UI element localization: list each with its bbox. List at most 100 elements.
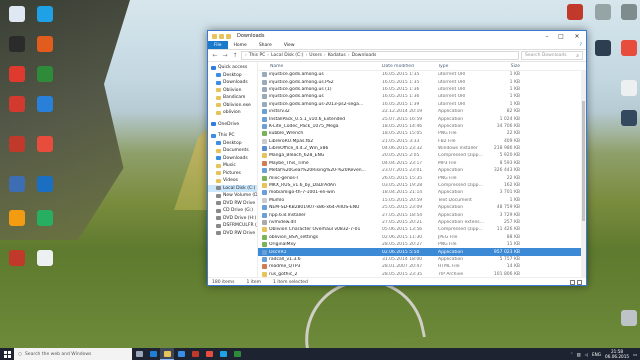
nav-item[interactable]: Desktop	[208, 140, 257, 148]
tab-file[interactable]: File	[208, 41, 228, 49]
file-row[interactable]: injustice.gods.among.us (1) 16.05.2015 1:…	[258, 86, 586, 93]
taskbar-task-view-button[interactable]	[132, 348, 146, 360]
clock[interactable]: 21:58 06.06.2015	[605, 349, 629, 359]
nav-item[interactable]: DSFRMCULFR (J:)	[208, 222, 257, 230]
breadcrumb-user[interactable]: Kodatus	[328, 53, 346, 58]
taskbar-edge-button[interactable]	[146, 348, 160, 360]
taskbar-store-button[interactable]	[174, 348, 188, 360]
nav-item[interactable]: Downloads	[208, 79, 257, 87]
file-row[interactable]: LibreroRU.Mpas.fb2 21.05.2015 3:33 FB2 Fil…	[258, 138, 586, 145]
taskbar-chrome-button[interactable]	[202, 348, 216, 360]
file-row[interactable]: LibreOffice_4.4.2_Win_x86 04.06.2015 23:3…	[258, 145, 586, 152]
desktop-shortcut[interactable]	[4, 176, 30, 200]
close-button[interactable]: ✕	[568, 31, 586, 41]
taskbar-media-button[interactable]	[188, 348, 202, 360]
nav-item[interactable]: Bandicam	[208, 94, 257, 102]
file-row[interactable]: mobiamigo-th-7-1001-en-win 18.04.2015 21:…	[258, 189, 586, 196]
nav-item[interactable]: Local Disk (C:)	[208, 184, 257, 192]
large-icons-view-icon[interactable]	[577, 279, 582, 285]
file-list[interactable]: Name Date modified Type Size injustice.g…	[258, 62, 586, 277]
vertical-scrollbar[interactable]	[581, 71, 586, 277]
desktop-shortcut[interactable]	[32, 210, 58, 234]
taskbar-explorer-button[interactable]	[160, 348, 174, 360]
desktop-shortcut[interactable]	[616, 310, 640, 334]
desktop-shortcut[interactable]	[616, 4, 640, 28]
file-row[interactable]: radcall_v1.3.6 31.05.2014 18:00 Applicatio…	[258, 256, 586, 263]
column-name[interactable]: Name	[258, 64, 382, 69]
breadcrumb-downloads[interactable]: Downloads	[352, 53, 377, 58]
file-row[interactable]: readme_QTP3 28.01.2007 20:47 HTML File 14 K…	[258, 263, 586, 270]
taskbar-skype-button[interactable]	[216, 348, 230, 360]
maximize-button[interactable]: □	[554, 31, 568, 41]
title-bar[interactable]: Downloads – □ ✕	[208, 31, 586, 41]
desktop-shortcut[interactable]	[4, 96, 30, 120]
file-row[interactable]: NEM-SD-KB2801907-x86-x64-AllOS-ENU 25.05.…	[258, 204, 586, 211]
desktop-shortcut[interactable]	[32, 136, 58, 160]
tab-share[interactable]: Share	[253, 41, 278, 49]
file-row[interactable]: MKX_RUS_v1.6_by_DaDrAdAn 03.05.2015 19:28…	[258, 182, 586, 189]
desktop-shortcut[interactable]	[4, 36, 30, 60]
desktop-shortcut[interactable]	[32, 66, 58, 90]
nav-item[interactable]: Downloads	[208, 155, 257, 163]
help-icon[interactable]: ?	[580, 41, 586, 49]
desktop-shortcut[interactable]	[32, 176, 58, 200]
file-row[interactable]: Manga_Bleach_628_ENG 20.05.2015 2:05 Compr…	[258, 152, 586, 159]
file-row[interactable]: injustice.gods.among.us-2013-ps2-sega...…	[258, 101, 586, 108]
desktop-shortcut[interactable]	[616, 110, 640, 134]
taskbar-search[interactable]: ○ Search the web and Windows	[14, 348, 132, 360]
tab-view[interactable]: View	[278, 41, 301, 49]
column-size[interactable]: Size	[490, 64, 520, 69]
back-arrow-icon[interactable]: ←	[211, 52, 219, 60]
search-input[interactable]: Search Downloads ⌕	[521, 51, 583, 60]
forward-arrow-icon[interactable]: →	[221, 52, 229, 60]
nav-item[interactable]: This PC	[208, 132, 257, 140]
up-arrow-icon[interactable]: ↑	[231, 52, 239, 60]
nav-item[interactable]: Oblivion	[208, 87, 257, 95]
explorer-window[interactable]: Downloads – □ ✕ File Home Share View ? ←…	[207, 30, 587, 286]
nav-item[interactable]: Documents	[208, 147, 257, 155]
file-row[interactable]: K-Lite_Codec_Pack_1075_Mega 18.05.2015 14…	[258, 123, 586, 130]
file-row[interactable]: injustice.gods.among.us 16.05.2015 1:35 ut…	[258, 71, 586, 78]
nav-item[interactable]: New Volume (D:)	[208, 192, 257, 200]
desktop-shortcut[interactable]	[616, 40, 640, 64]
new-folder-icon[interactable]	[226, 33, 231, 39]
desktop-shortcut[interactable]	[32, 6, 58, 30]
desktop-shortcut[interactable]	[4, 66, 30, 90]
desktop-shortcut[interactable]	[616, 80, 640, 104]
breadcrumb-users[interactable]: Users	[309, 53, 322, 58]
nav-item[interactable]: Videos	[208, 177, 257, 185]
properties-icon[interactable]	[219, 33, 224, 39]
file-row[interactable]: nvmidew.dll 27.05.2015 20:21 Application e…	[258, 219, 586, 226]
file-row[interactable]: Oblivion Character Overhaul v0832-7-01 05…	[258, 226, 586, 233]
file-row[interactable]: OscVR1 02.06.2015 5:50 Application 957 023 …	[258, 248, 586, 256]
scrollbar-thumb[interactable]	[582, 101, 585, 221]
nav-item[interactable]: DVD Drive (H:)	[208, 215, 257, 223]
file-row[interactable]: InstallPack_0.5.1_v10.6_Extended 25.07.20…	[258, 115, 586, 122]
nav-item[interactable]: Oblivion.exe	[208, 102, 257, 110]
address-bar[interactable]: › This PC › Local Disk (C:) › Users › Ko…	[241, 51, 519, 60]
nav-item[interactable]: DVD RW Drive (E:)	[208, 200, 257, 208]
file-row[interactable]: npp.6.8.Installer 27.05.2015 18:54 Applica…	[258, 211, 586, 218]
navigation-pane[interactable]: Quick access Desktop Downloads Oblivion Band…	[208, 62, 258, 277]
network-icon[interactable]: ▥	[577, 352, 581, 357]
desktop-shortcut[interactable]	[32, 96, 58, 120]
file-row[interactable]: OriginalMxy 28.05.2015 20:27 PNG File 11 KB	[258, 241, 586, 248]
file-row[interactable]: Metal%20Gear%20Rising%20-%20Reven... 23.0…	[258, 167, 586, 174]
nav-item[interactable]: CD Drive (G:)	[208, 207, 257, 215]
desktop-shortcut[interactable]	[590, 4, 616, 28]
file-row[interactable]: rus_gothic_2 28.05.2015 23:35 7IP Archive 1…	[258, 271, 586, 277]
file-row[interactable]: Mumlo 15.05.2015 20:59 Text Document 1 KB	[258, 197, 586, 204]
taskbar-torrent-button[interactable]	[230, 348, 244, 360]
nav-item[interactable]: OneDrive	[208, 121, 257, 129]
nav-item[interactable]: oblivion	[208, 109, 257, 117]
language-indicator[interactable]: ENG	[592, 352, 601, 357]
desktop-shortcut[interactable]	[590, 40, 616, 64]
details-view-icon[interactable]	[570, 279, 575, 285]
breadcrumb-local-disk[interactable]: Local Disk (C:)	[271, 53, 303, 58]
nav-item[interactable]: Quick access	[208, 64, 257, 72]
desktop-shortcut[interactable]	[4, 6, 30, 30]
desktop-shortcut[interactable]	[4, 210, 30, 234]
minimize-button[interactable]: –	[540, 31, 554, 41]
file-row[interactable]: injustice.gods.among.us.PS2 16.05.2015 1:…	[258, 78, 586, 85]
file-row[interactable]: instsrv32 22.12.2014 20:19 Application 82 K…	[258, 108, 586, 115]
